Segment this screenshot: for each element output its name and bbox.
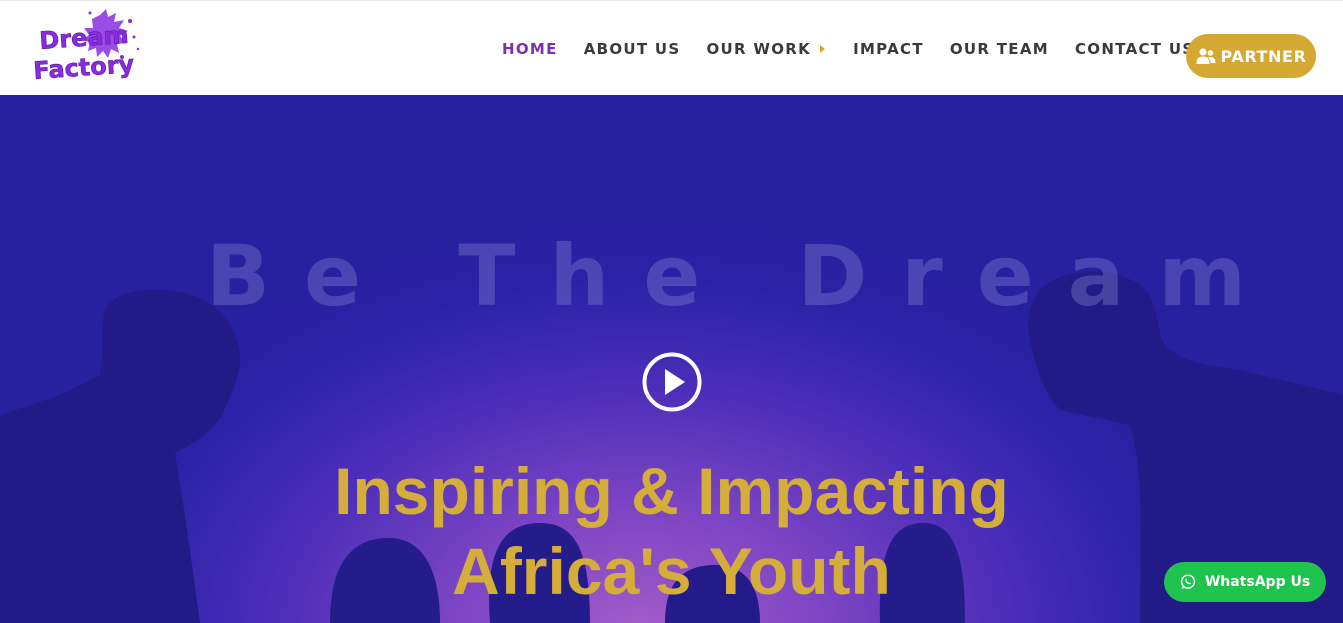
dream-factory-logo[interactable]: Dream Factory [30,7,142,91]
whatsapp-label: WhatsApp Us [1204,574,1311,590]
partner-label: PARTNER [1220,46,1307,66]
play-circle-icon [642,352,702,412]
nav-item-about-us[interactable]: ABOUT US [584,40,681,58]
whatsapp-icon [1180,574,1195,589]
caret-right-icon [820,44,826,53]
main-nav: HOME ABOUT US OUR WORK IMPACT OUR TEAM C… [488,1,1220,96]
play-video-button[interactable] [641,351,703,413]
hero-section: Be The Dream Inspiring & Impacting Afric… [0,95,1343,623]
hero-watermark: Be The Dream [206,227,1280,325]
site-header: Dream Factory HOME ABOUT US OUR WORK IMP… [0,0,1343,95]
partner-button[interactable]: PARTNER [1186,34,1316,78]
nav-item-our-work-label: OUR WORK [706,39,812,58]
nav-item-impact[interactable]: IMPACT [853,40,924,58]
nav-item-contact-us[interactable]: CONTACT US [1075,40,1194,58]
whatsapp-button[interactable]: WhatsApp Us [1164,562,1326,602]
hero-headline-line2: Africa's Youth [452,534,891,608]
nav-item-our-work[interactable]: OUR WORK [707,40,828,58]
svg-text:Factory: Factory [32,50,135,85]
nav-item-our-team[interactable]: OUR TEAM [950,40,1049,58]
hero-headline-line1: Inspiring & Impacting [334,454,1009,528]
users-icon [1196,48,1215,64]
nav-item-home[interactable]: HOME [502,40,558,58]
